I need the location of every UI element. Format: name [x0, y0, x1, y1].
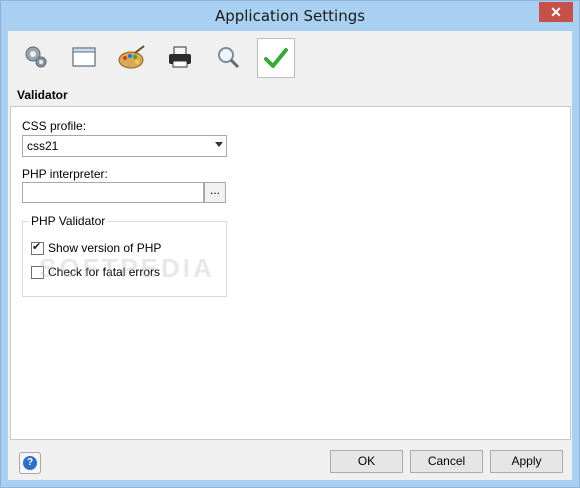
dialog-footer: ? OK Cancel Apply: [8, 441, 572, 480]
checkmark-icon: [264, 48, 288, 68]
magnifier-icon: [218, 47, 240, 69]
browse-button[interactable]: ...: [204, 182, 226, 203]
help-icon: ?: [23, 456, 37, 470]
search-button[interactable]: [209, 37, 247, 77]
php-interpreter-input[interactable]: [22, 182, 204, 203]
dialog-client: Validator CSS profile: css21 PHP interpr…: [8, 31, 572, 480]
group-legend: PHP Validator: [29, 214, 108, 228]
validator-panel: CSS profile: css21 PHP interpreter: ... …: [10, 106, 571, 440]
appearance-window-button[interactable]: [65, 37, 103, 77]
css-profile-value: css21: [27, 139, 59, 153]
css-profile-label: CSS profile:: [22, 119, 87, 133]
apply-button[interactable]: Apply: [490, 450, 563, 473]
window-icon: [72, 47, 96, 67]
watermark: SOFTPEDIA: [39, 253, 215, 283]
section-title: Validator: [17, 88, 68, 102]
ok-button[interactable]: OK: [330, 450, 403, 473]
title-bar[interactable]: Application Settings ✕: [1, 1, 579, 31]
close-button[interactable]: ✕: [539, 2, 573, 22]
palette-icon: [118, 45, 145, 69]
settings-window: Application Settings ✕ Validator CSS pro…: [0, 0, 580, 488]
chevron-down-icon: [215, 142, 223, 147]
colors-button[interactable]: [113, 37, 151, 77]
gears-icon: [25, 46, 47, 68]
general-settings-button[interactable]: [17, 37, 55, 77]
validator-button[interactable]: [257, 38, 295, 78]
css-profile-select[interactable]: css21: [22, 135, 227, 157]
help-button[interactable]: ?: [19, 452, 41, 474]
category-toolbar: [8, 31, 572, 87]
printer-icon: [169, 46, 191, 68]
php-interpreter-label: PHP interpreter:: [22, 167, 108, 181]
cancel-button[interactable]: Cancel: [410, 450, 483, 473]
printing-button[interactable]: [161, 37, 199, 77]
window-title: Application Settings: [214, 7, 366, 25]
